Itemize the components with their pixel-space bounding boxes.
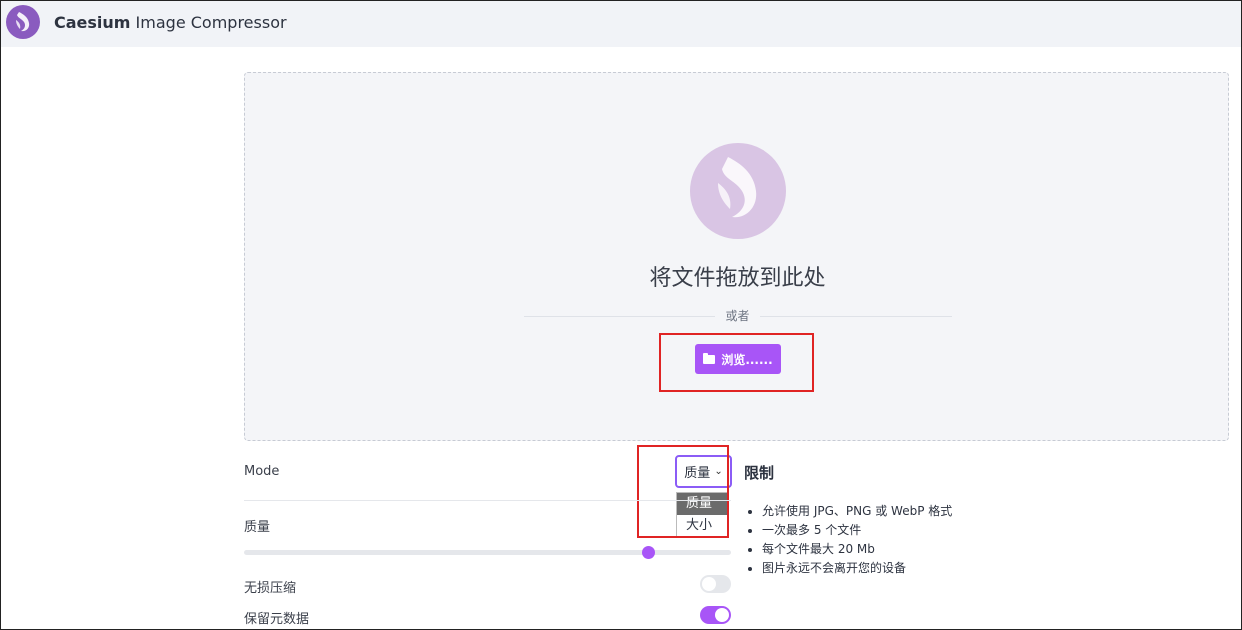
settings-divider (244, 500, 731, 501)
or-text: 或者 (715, 307, 760, 324)
app-header: Caesium Image Compressor (1, 1, 1241, 47)
app-title-bold: Caesium (54, 13, 131, 32)
limits-item: 一次最多 5 个文件 (762, 521, 952, 540)
quality-label: 质量 (244, 520, 271, 535)
limits-list: 允许使用 JPG、PNG 或 WebP 格式 一次最多 5 个文件 每个文件最大… (744, 502, 952, 578)
limits-item: 图片永远不会离开您的设备 (762, 559, 952, 578)
keep-metadata-toggle[interactable] (700, 606, 731, 624)
quality-slider[interactable] (244, 550, 731, 555)
app-title-rest: Image Compressor (130, 13, 287, 32)
keep-metadata-label: 保留元数据 (244, 612, 310, 627)
quality-slider-thumb[interactable] (641, 546, 655, 559)
annotation-highlight-browse (659, 333, 814, 392)
drop-files-text: 将文件拖放到此处 (649, 266, 826, 291)
annotation-highlight-mode (637, 445, 729, 538)
limits-item: 每个文件最大 20 Mb (762, 540, 952, 559)
lossless-label: 无损压缩 (244, 581, 297, 596)
toggle-knob (715, 608, 729, 622)
mode-label: Mode (244, 464, 280, 479)
caesium-logo-icon (6, 5, 40, 39)
caesium-watermark-icon (690, 143, 786, 239)
lossless-toggle[interactable] (700, 575, 731, 593)
limits-title: 限制 (744, 464, 775, 482)
limits-item: 允许使用 JPG、PNG 或 WebP 格式 (762, 502, 952, 521)
toggle-knob (702, 577, 716, 591)
app-title: Caesium Image Compressor (54, 13, 287, 32)
